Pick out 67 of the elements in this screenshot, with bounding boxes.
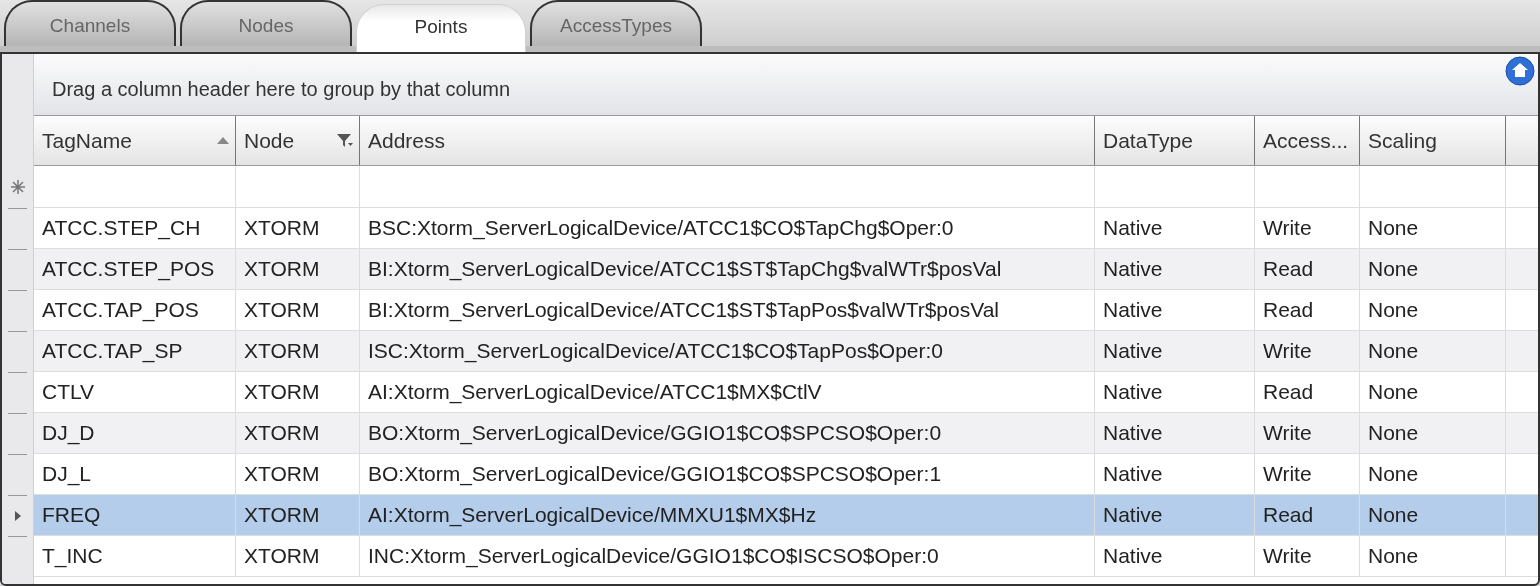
table-cell: XTORM <box>236 208 360 248</box>
table-cell: Native <box>1095 536 1255 576</box>
table-cell: ATCC.TAP_SP <box>34 331 236 371</box>
table-cell: XTORM <box>236 413 360 453</box>
column-header[interactable]: DataType <box>1095 116 1255 165</box>
table-cell: Read <box>1255 372 1360 412</box>
table-cell: Native <box>1095 372 1255 412</box>
table-cell: Write <box>1255 413 1360 453</box>
table-cell: AI:Xtorm_ServerLogicalDevice/MMXU1$MX$Hz <box>360 495 1095 535</box>
table-cell: None <box>1360 454 1506 494</box>
table-cell: DJ_D <box>34 413 236 453</box>
table-cell: INC:Xtorm_ServerLogicalDevice/GGIO1$CO$ISCSO$Oper:0 <box>360 536 1095 576</box>
table-cell: XTORM <box>236 454 360 494</box>
asterisk-icon <box>10 180 25 194</box>
table-cell: AI:Xtorm_ServerLogicalDevice/ATCC1$MX$CtlV <box>360 372 1095 412</box>
table-cell: Read <box>1255 249 1360 289</box>
column-header[interactable]: Scaling <box>1360 116 1506 165</box>
table-cell: FREQ <box>34 495 236 535</box>
tab[interactable]: Points <box>356 4 526 52</box>
table-cell: ISC:Xtorm_ServerLogicalDevice/ATCC1$CO$TapPos$Oper:0 <box>360 331 1095 371</box>
table-cell: CTLV <box>34 372 236 412</box>
column-header[interactable]: TagName <box>34 116 236 165</box>
table-cell: XTORM <box>236 290 360 330</box>
table-cell: XTORM <box>236 372 360 412</box>
column-header[interactable]: Node <box>236 116 360 165</box>
table-cell: BO:Xtorm_ServerLogicalDevice/GGIO1$CO$SPCSO$Oper:0 <box>360 413 1095 453</box>
table-cell: T_INC <box>34 536 236 576</box>
home-icon[interactable] <box>1505 56 1535 86</box>
table-cell: Write <box>1255 454 1360 494</box>
filter-icon[interactable] <box>337 133 353 148</box>
table-cell: None <box>1360 372 1506 412</box>
table-cell: Write <box>1255 536 1360 576</box>
table-cell: BSC:Xtorm_ServerLogicalDevice/ATCC1$CO$TapChg$Oper:0 <box>360 208 1095 248</box>
table-cell: XTORM <box>236 495 360 535</box>
table-cell: Read <box>1255 495 1360 535</box>
table-cell: Read <box>1255 290 1360 330</box>
table-cell: XTORM <box>236 536 360 576</box>
table-cell: Native <box>1095 331 1255 371</box>
table-cell: Native <box>1095 454 1255 494</box>
table-cell: None <box>1360 290 1506 330</box>
table-cell: None <box>1360 249 1506 289</box>
table-cell: ATCC.TAP_POS <box>34 290 236 330</box>
group-hint: Drag a column header here to group by that column <box>52 76 511 102</box>
table-cell: DJ_L <box>34 454 236 494</box>
table-cell: None <box>1360 536 1506 576</box>
table-cell: Write <box>1255 331 1360 371</box>
table-cell: Native <box>1095 495 1255 535</box>
table-cell: Native <box>1095 208 1255 248</box>
tab[interactable]: Nodes <box>180 0 352 46</box>
table-cell: None <box>1360 413 1506 453</box>
table-cell: BO:Xtorm_ServerLogicalDevice/GGIO1$CO$SPCSO$Oper:1 <box>360 454 1095 494</box>
table-cell: Native <box>1095 290 1255 330</box>
table-cell: None <box>1360 495 1506 535</box>
table-cell: ATCC.STEP_CH <box>34 208 236 248</box>
table-cell: BI:Xtorm_ServerLogicalDevice/ATCC1$ST$TapPos$valWTr$posVal <box>360 290 1095 330</box>
table-cell: XTORM <box>236 331 360 371</box>
sort-up-icon <box>217 137 229 144</box>
table-cell: Native <box>1095 249 1255 289</box>
column-header[interactable]: Address <box>360 116 1095 165</box>
table-cell: None <box>1360 331 1506 371</box>
table-cell: Write <box>1255 208 1360 248</box>
table-cell: Native <box>1095 413 1255 453</box>
table-cell: ATCC.STEP_POS <box>34 249 236 289</box>
table-cell: BI:Xtorm_ServerLogicalDevice/ATCC1$ST$TapChg$valWTr$posVal <box>360 249 1095 289</box>
column-header[interactable]: Access... <box>1255 116 1360 165</box>
table-cell: XTORM <box>236 249 360 289</box>
table-cell: None <box>1360 208 1506 248</box>
